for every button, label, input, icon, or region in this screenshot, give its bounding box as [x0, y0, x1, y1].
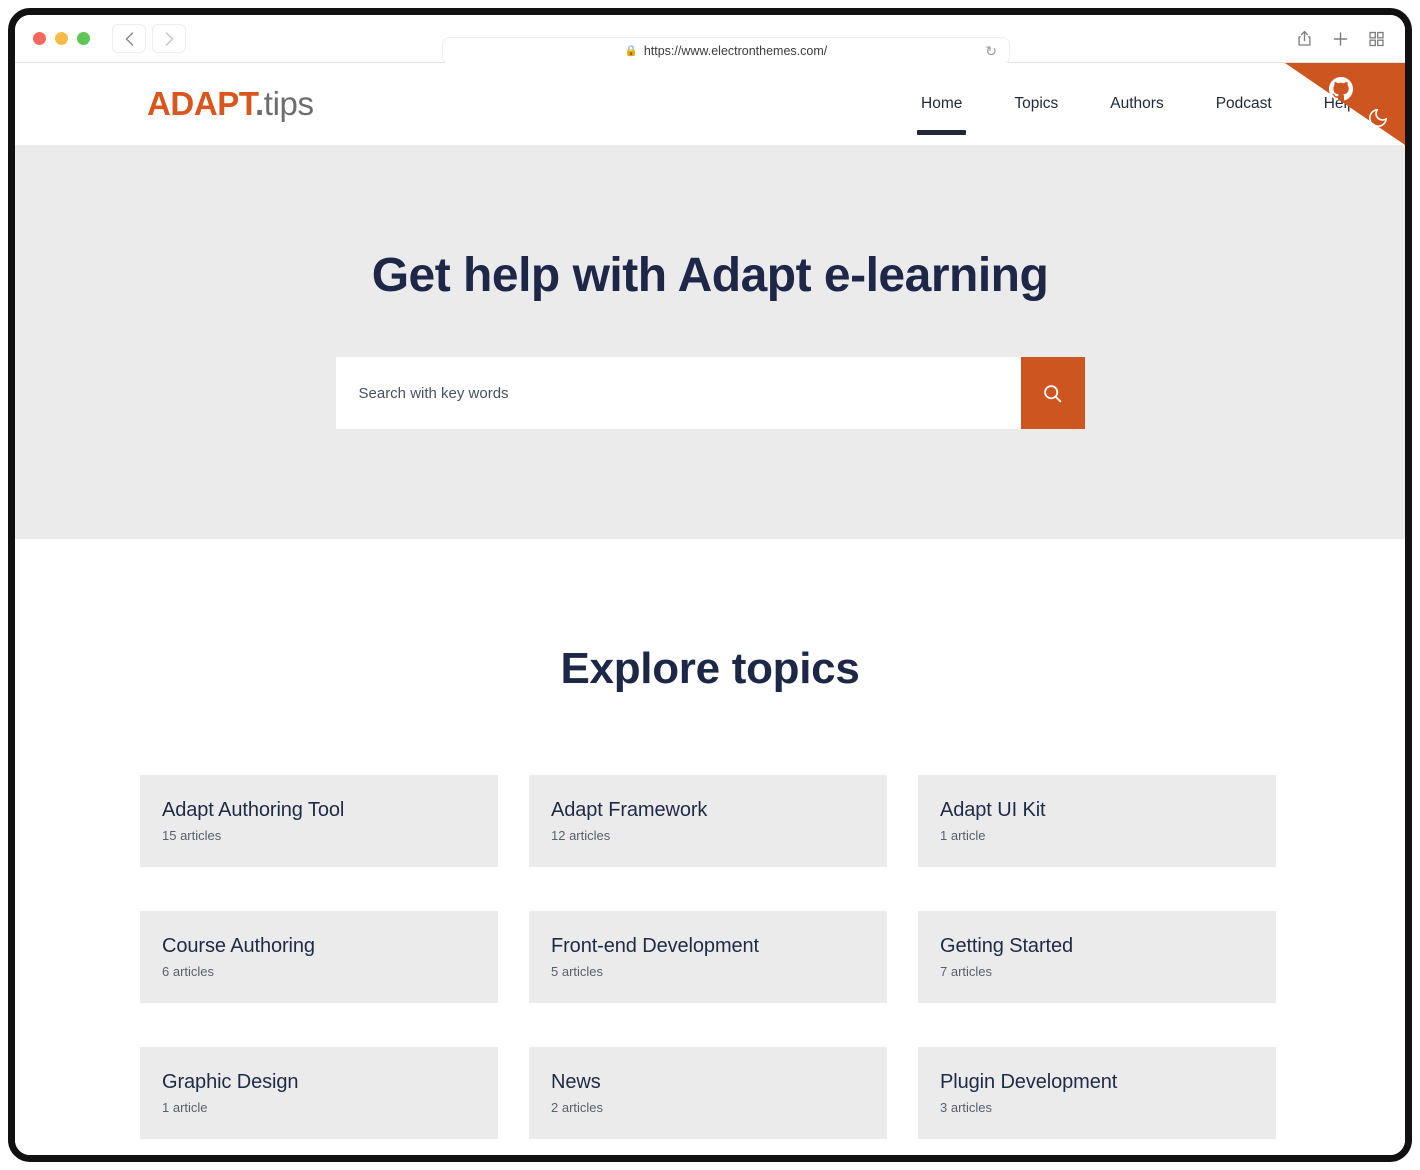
minimize-window-button[interactable]	[55, 32, 68, 45]
topic-card-adapt-framework[interactable]: Adapt Framework 12 articles	[529, 775, 887, 867]
topic-card-count: 6 articles	[162, 964, 215, 979]
topic-card-front-end-development[interactable]: Front-end Development 5 articles	[529, 911, 887, 1003]
nav-item-podcast[interactable]: Podcast	[1190, 63, 1298, 145]
lock-icon: 🔒	[624, 44, 638, 57]
page-content: ADAPT.tips Home Topics Authors Podcast H…	[15, 63, 1405, 1155]
browser-navigation	[112, 24, 186, 53]
topic-card-plugin-development[interactable]: Plugin Development 3 articles	[918, 1047, 1276, 1139]
share-icon	[1297, 30, 1311, 46]
topic-card-adapt-authoring-tool[interactable]: Adapt Authoring Tool 15 articles	[140, 775, 498, 867]
search-bar	[335, 357, 1085, 429]
topic-card-count: 5 articles	[551, 964, 604, 979]
topics-grid: Adapt Authoring Tool 15 articles Adapt F…	[140, 694, 1280, 1139]
topic-card-getting-started[interactable]: Getting Started 7 articles	[918, 911, 1276, 1003]
topic-card-count: 1 article	[162, 1100, 208, 1115]
hero-title: Get help with Adapt e-learning	[371, 249, 1049, 302]
topic-card-title: Getting Started	[940, 935, 1074, 957]
plus-icon	[1333, 31, 1347, 46]
site-header: ADAPT.tips Home Topics Authors Podcast H…	[15, 63, 1405, 145]
topic-card-title: Adapt UI Kit	[940, 799, 1046, 821]
logo-dot: .	[255, 85, 264, 122]
topic-card-course-authoring[interactable]: Course Authoring 6 articles	[140, 911, 498, 1003]
back-button[interactable]	[112, 24, 146, 53]
new-tab-button[interactable]	[1325, 25, 1355, 52]
tab-overview-button[interactable]	[1361, 25, 1391, 52]
topic-card-title: Adapt Authoring Tool	[162, 799, 345, 821]
topic-card-title: Graphic Design	[162, 1071, 299, 1093]
maximize-window-button[interactable]	[77, 32, 90, 45]
github-corner-ribbon[interactable]	[1285, 63, 1405, 145]
search-icon	[1044, 384, 1062, 402]
grid-icon	[1368, 31, 1384, 46]
topic-card-count: 2 articles	[551, 1100, 604, 1115]
topic-card-title: Front-end Development	[551, 935, 760, 957]
moon-icon	[1369, 108, 1388, 127]
browser-window: 🔒 https://www.electronthemes.com/ ↻ ADAP…	[8, 8, 1412, 1162]
nav-item-home[interactable]: Home	[895, 63, 988, 145]
logo-brand: ADAPT	[147, 85, 256, 122]
hero-section: Get help with Adapt e-learning	[15, 145, 1405, 539]
dark-mode-toggle[interactable]	[1367, 107, 1389, 129]
forward-button[interactable]	[152, 24, 186, 53]
chevron-left-icon	[125, 31, 133, 46]
topic-card-count: 3 articles	[940, 1100, 993, 1115]
url-text: https://www.electronthemes.com/	[643, 44, 828, 58]
toolbar-actions	[1289, 25, 1391, 52]
nav-item-authors[interactable]: Authors	[1084, 63, 1189, 145]
ribbon-triangle	[1285, 63, 1405, 145]
share-button[interactable]	[1289, 25, 1319, 52]
github-icon	[1329, 77, 1353, 101]
topic-card-adapt-ui-kit[interactable]: Adapt UI Kit 1 article	[918, 775, 1276, 867]
topic-card-title: Course Authoring	[162, 935, 315, 957]
search-input[interactable]	[335, 357, 1021, 429]
topic-card-count: 12 articles	[551, 828, 611, 843]
nav-item-topics[interactable]: Topics	[988, 63, 1084, 145]
chevron-right-icon	[165, 31, 173, 46]
topic-card-news[interactable]: News 2 articles	[529, 1047, 887, 1139]
address-bar[interactable]: 🔒 https://www.electronthemes.com/ ↻	[442, 37, 1010, 65]
browser-toolbar: 🔒 https://www.electronthemes.com/ ↻	[15, 15, 1405, 65]
logo-suffix: tips	[263, 85, 314, 122]
close-window-button[interactable]	[33, 32, 46, 45]
topic-card-title: News	[551, 1071, 601, 1093]
topic-card-graphic-design[interactable]: Graphic Design 1 article	[140, 1047, 498, 1139]
github-link[interactable]	[1329, 77, 1353, 101]
site-logo[interactable]: ADAPT.tips	[147, 85, 314, 123]
topic-card-count: 15 articles	[162, 828, 222, 843]
topic-card-title: Adapt Framework	[551, 799, 708, 821]
url-display: 🔒 https://www.electronthemes.com/	[625, 44, 827, 58]
topics-section: Explore topics Adapt Authoring Tool 15 a…	[15, 539, 1405, 1139]
topic-card-count: 1 article	[940, 828, 986, 843]
search-submit-button[interactable]	[1020, 357, 1085, 429]
topic-card-title: Plugin Development	[940, 1071, 1118, 1093]
reload-icon[interactable]: ↻	[985, 44, 997, 58]
topic-card-count: 7 articles	[940, 964, 993, 979]
window-controls	[33, 32, 90, 45]
topics-heading: Explore topics	[560, 644, 860, 693]
